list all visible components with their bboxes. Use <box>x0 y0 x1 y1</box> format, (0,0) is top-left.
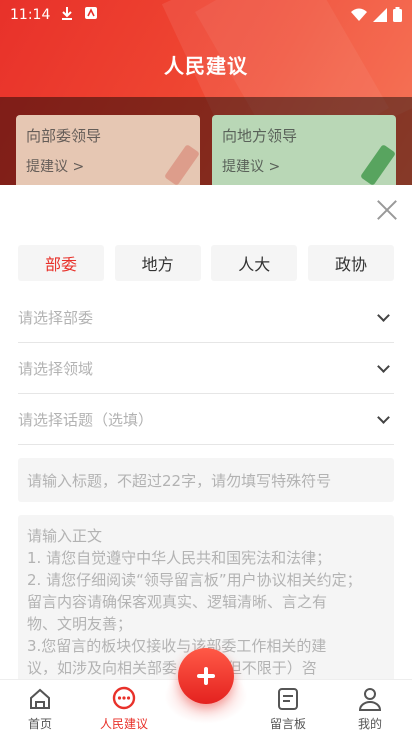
battery-icon <box>393 7 402 26</box>
local-leader-card[interactable]: 向地方领导 提建议 > <box>212 115 397 191</box>
suggestion-form-sheet: 部委 地方 人大 政协 请选择部委 请选择领域 请选择话题（选填） 请输入标题，… <box>0 185 412 685</box>
home-icon <box>27 686 53 712</box>
ministry-leader-card[interactable]: 向部委领导 提建议 > <box>16 115 201 191</box>
download-icon <box>60 6 74 24</box>
plus-icon <box>197 667 215 685</box>
topic-select[interactable]: 请选择话题（选填） <box>18 395 394 445</box>
ministry-select-placeholder: 请选择部委 <box>18 309 94 327</box>
ministry-select[interactable]: 请选择部委 <box>18 293 394 343</box>
wifi-icon <box>351 8 367 26</box>
profile-icon <box>357 686 383 712</box>
nav-message-board-label: 留言板 <box>269 717 306 731</box>
body-line: 留言内容请确保客观真实、逻辑清晰、言之有 <box>27 593 328 611</box>
body-line: 请输入正文 <box>27 527 103 545</box>
nav-home[interactable]: 首页 <box>0 680 80 734</box>
topic-select-placeholder: 请选择话题（选填） <box>18 411 154 429</box>
nav-home-label: 首页 <box>27 717 52 731</box>
message-board-icon <box>275 686 301 712</box>
status-time: 11:14 <box>10 7 51 23</box>
tab-cppcc[interactable]: 政协 <box>307 245 394 281</box>
nav-message-board[interactable]: 留言板 <box>248 680 328 734</box>
chat-bubble-icon <box>111 686 137 712</box>
app-notification-icon <box>84 6 98 24</box>
chevron-down-icon <box>377 410 390 424</box>
nav-profile-label: 我的 <box>357 717 382 731</box>
title-input[interactable]: 请输入标题，不超过22字，请勿填写特殊符号 <box>18 458 394 502</box>
body-line: 2. 请您仔细阅读“领导留言板”用户协议相关约定； <box>27 571 362 589</box>
nav-suggestion-label: 人民建议 <box>99 717 148 731</box>
status-bar: 11:14 <box>0 0 412 30</box>
body-line: 1. 请您自觉遵守中华人民共和国宪法和法律； <box>27 549 332 567</box>
chevron-down-icon <box>377 308 390 322</box>
nav-profile[interactable]: 我的 <box>330 680 410 734</box>
tab-ministry[interactable]: 部委 <box>18 245 104 281</box>
body-line: 物、文明友善； <box>27 615 133 633</box>
nav-suggestion[interactable]: 人民建议 <box>84 680 164 734</box>
signal-icon <box>373 7 387 26</box>
add-suggestion-fab[interactable] <box>164 640 248 724</box>
tab-npc[interactable]: 人大 <box>211 245 298 281</box>
field-select-placeholder: 请选择领域 <box>18 360 94 378</box>
close-icon[interactable] <box>376 199 398 221</box>
suggestion-cards: 向部委领导 提建议 > 向地方领导 提建议 > <box>0 97 412 197</box>
card-title: 向部委领导 <box>26 127 102 145</box>
category-tabs: 部委 地方 人大 政协 <box>18 245 394 281</box>
page-title: 人民建议 <box>164 54 248 78</box>
field-select[interactable]: 请选择领域 <box>18 344 394 394</box>
chevron-down-icon <box>377 359 390 373</box>
add-button[interactable] <box>178 648 234 704</box>
card-title: 向地方领导 <box>222 127 298 145</box>
tab-local[interactable]: 地方 <box>114 245 201 281</box>
